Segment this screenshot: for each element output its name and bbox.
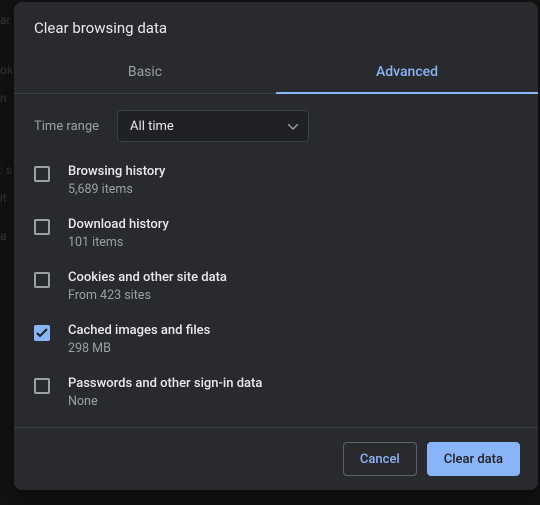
checkbox-browsing-history[interactable] (34, 166, 50, 182)
time-range-select[interactable]: All time (117, 110, 309, 142)
checkbox-cached-images[interactable] (34, 325, 50, 341)
dialog-body: Time range All time Browsing history 5,6… (14, 94, 538, 427)
item-subtitle: 5,689 items (68, 182, 165, 197)
item-title: Cached images and files (68, 323, 210, 338)
list-item: Cached images and files 298 MB (20, 313, 532, 366)
item-title: Download history (68, 217, 169, 232)
tab-advanced[interactable]: Advanced (276, 50, 538, 93)
item-title: Browsing history (68, 164, 165, 179)
item-subtitle: 298 MB (68, 341, 210, 356)
time-range-label: Time range (34, 119, 99, 134)
clear-browsing-data-dialog: Clear browsing data Basic Advanced Time … (14, 2, 538, 490)
data-type-list: Browsing history 5,689 items Download hi… (14, 150, 538, 427)
chevron-down-icon (288, 119, 298, 134)
item-title: Passwords and other sign-in data (68, 376, 262, 391)
time-range-value: All time (130, 119, 174, 134)
item-subtitle: None (68, 394, 262, 409)
item-title: Cookies and other site data (68, 270, 227, 285)
dialog-footer: Cancel Clear data (14, 427, 538, 490)
item-subtitle: From 423 sites (68, 288, 227, 303)
list-item: Cookies and other site data From 423 sit… (20, 260, 532, 313)
list-item: Passwords and other sign-in data None (20, 366, 532, 419)
cancel-button[interactable]: Cancel (343, 442, 417, 476)
list-item: Download history 101 items (20, 207, 532, 260)
list-item: Browsing history 5,689 items (20, 154, 532, 207)
checkbox-passwords[interactable] (34, 378, 50, 394)
dialog-title: Clear browsing data (14, 2, 538, 50)
tab-basic[interactable]: Basic (14, 50, 276, 93)
item-subtitle: 101 items (68, 235, 169, 250)
dialog-tabs: Basic Advanced (14, 50, 538, 94)
tab-underline (276, 92, 538, 94)
list-item: Auto-fill form data (20, 419, 532, 427)
checkbox-cookies[interactable] (34, 272, 50, 288)
clear-data-button[interactable]: Clear data (427, 442, 520, 476)
time-range-row: Time range All time (14, 94, 538, 150)
checkbox-download-history[interactable] (34, 219, 50, 235)
